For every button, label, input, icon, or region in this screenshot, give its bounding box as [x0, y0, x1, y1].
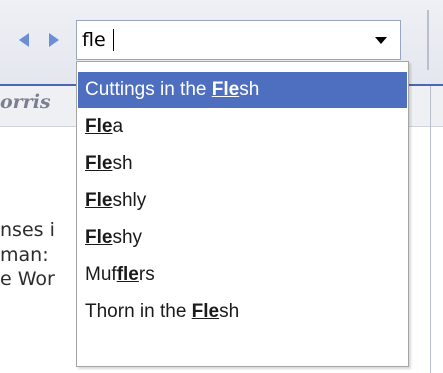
suggestion-text: sh [219, 301, 240, 322]
search-combobox[interactable] [76, 20, 401, 60]
suggestion-text: shly [112, 190, 147, 211]
suggestion-text: shy [112, 227, 143, 248]
suggestion-text: sh [239, 79, 260, 100]
suggestion-item[interactable]: Fle sh [78, 146, 407, 182]
suggestion-match: Fle [211, 79, 240, 100]
suggestion-text: Cuttings in the [85, 79, 212, 100]
suggestion-match: Fle [85, 116, 113, 137]
text-caret [113, 29, 114, 51]
back-button[interactable] [16, 30, 32, 50]
suggestion-text: Thorn in the [85, 301, 192, 322]
suggestion-item[interactable]: Fle a [78, 109, 407, 145]
suggestion-item[interactable]: Cuttings in the Fle sh [78, 72, 407, 108]
body-line: nses i [0, 219, 55, 241]
suggestion-text: rs [138, 264, 155, 285]
search-input[interactable] [82, 26, 352, 54]
suggestion-match: Fle [191, 301, 220, 322]
suggestion-match: fle [116, 264, 139, 285]
suggestion-item[interactable]: Muf fle rs [78, 257, 407, 293]
suggestion-item[interactable]: Fle shly [78, 183, 407, 219]
toolbar-divider [427, 10, 429, 70]
suggestion-match: Fle [85, 227, 113, 248]
suggestion-list: Cuttings in the Fle sh Fle a Fle sh Fle shly Fle… [76, 61, 409, 367]
triangle-left-icon [19, 33, 29, 47]
suggestion-item[interactable]: Thorn in the Fle sh [78, 294, 407, 330]
triangle-down-icon[interactable] [374, 33, 388, 47]
body-line: man: [0, 244, 49, 266]
triangle-right-icon [49, 33, 59, 47]
suggestion-item[interactable]: Fle shy [78, 220, 407, 256]
suggestion-text: Muf [85, 264, 117, 285]
suggestion-text: sh [112, 153, 133, 174]
body-line: e Wor [0, 268, 55, 290]
forward-button[interactable] [46, 30, 62, 50]
suggestion-match: Fle [85, 190, 113, 211]
header-text-fragment: orris [0, 91, 51, 113]
suggestion-match: Fle [85, 153, 113, 174]
panel-divider [430, 86, 431, 373]
suggestion-text: a [112, 116, 124, 137]
